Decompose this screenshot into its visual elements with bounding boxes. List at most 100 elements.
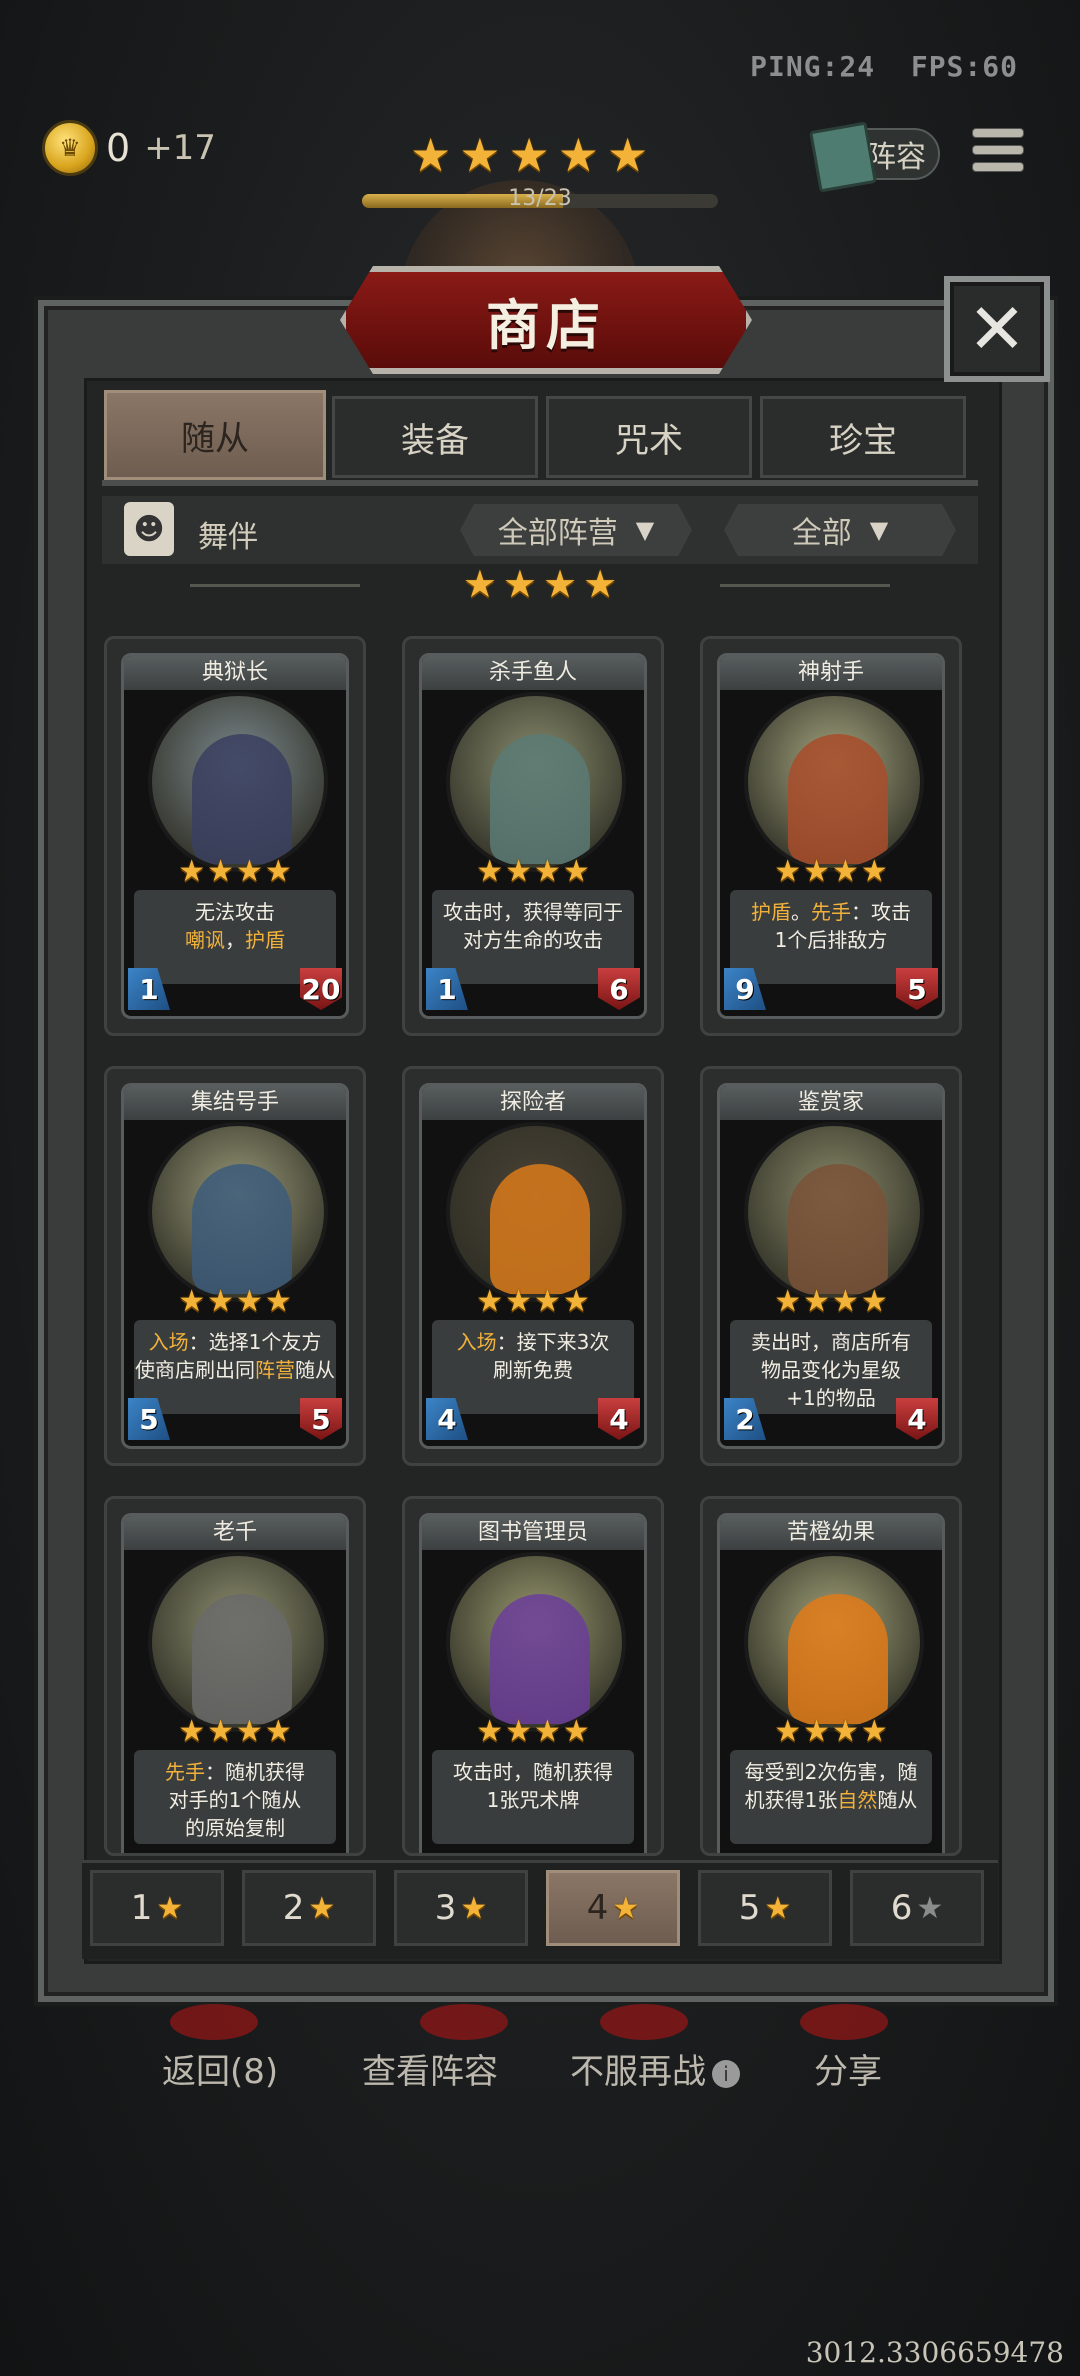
star-icon: ★ [207,854,234,889]
card-description: 先手：随机获得 对手的1个随从 的原始复制 [134,1750,336,1844]
card-name: 老千 [124,1516,346,1550]
star-icon: ★ [803,1714,830,1749]
card-portrait [744,1552,924,1732]
menu-button[interactable] [972,124,1024,176]
card-portrait [446,1122,626,1302]
tier-label: 2 [282,1888,305,1928]
minion-card[interactable]: 苦橙幼果 ★ ★ ★ ★ 每受到2次伤害，随 机获得1张自然随从 [700,1496,962,1856]
star-icon: ★ [505,1714,532,1749]
star-icon: ★ [916,1890,944,1926]
card-name: 图书管理员 [422,1516,644,1550]
card-name: 鉴赏家 [720,1086,942,1120]
menu-icon-bar [972,127,1024,138]
card-stars: ★ ★ ★ ★ [124,1714,346,1749]
tab-minions[interactable]: 随从 [104,390,326,480]
card-stars: ★ ★ ★ ★ [422,1284,644,1319]
card-name: 集结号手 [124,1086,346,1120]
decoration [600,2004,688,2040]
card-description: 攻击时，随机获得 1张咒术牌 [432,1750,634,1844]
tier-dropdown[interactable]: 全部 ▼ [724,504,956,556]
star-icon: ★ [178,1284,206,1319]
decoration [800,2004,888,2040]
share-button[interactable]: 分享 [814,2044,882,2093]
tier-label: 1 [130,1888,153,1928]
star-icon: ★ [774,1714,802,1749]
card-portrait [148,1552,328,1732]
mask-icon[interactable]: ☻ [124,502,174,556]
tier-4-button[interactable]: 4 ★ [546,1870,680,1946]
character-figure [192,1594,292,1724]
tab-spells[interactable]: 咒术 [546,396,752,478]
star-icon: ★ [505,1284,532,1319]
network-stats: PING:24 FPS:60 [750,50,1018,83]
character-figure [490,734,590,864]
health-value: 20 [300,968,342,1010]
star-icon: ★ [207,1714,234,1749]
card-frame: 集结号手 ★ ★ ★ ★ 入场：选择1个友方 使商店刷出同阵营随从 5 5 [121,1083,349,1449]
minion-card[interactable]: 神射手 ★ ★ ★ ★ 护盾。先手：攻击 1个后排敌方 9 5 [700,636,962,1036]
card-frame: 神射手 ★ ★ ★ ★ 护盾。先手：攻击 1个后排敌方 9 5 [717,653,945,1019]
tier-6-button[interactable]: 6 ★ [850,1870,984,1946]
minion-card[interactable]: 鉴赏家 ★ ★ ★ ★ 卖出时，商店所有 物品变化为星级 +1的物品 2 4 [700,1066,962,1466]
star-icon: ★ [460,1890,488,1926]
star-icon: ★ [832,1714,859,1749]
minion-card[interactable]: 典狱长 ★ ★ ★ ★ 无法攻击 嘲讽，护盾 1 20 [104,636,366,1036]
tier-3-button[interactable]: 3 ★ [394,1870,528,1946]
lineup-label: 阵容 [866,140,926,175]
tab-treasures[interactable]: 珍宝 [760,396,966,478]
view-lineup-button[interactable]: 查看阵容 [362,2044,498,2093]
star-icon: ★ [803,854,830,889]
star-icon: ★ [562,1714,590,1749]
lineup-button[interactable]: 阵容 [809,121,940,193]
character-figure [788,1594,888,1724]
close-button[interactable]: ✕ [944,276,1050,382]
star-icon: ★ [607,128,649,182]
star-icon: ★ [178,1714,206,1749]
back-button[interactable]: 返回(8) [162,2044,278,2093]
fps-text: FPS:60 [910,50,1018,83]
coin-display: ♛ 0 +17 [42,120,216,176]
tier-1-button[interactable]: 1 ★ [90,1870,224,1946]
card-stars: ★ ★ ★ ★ [422,1714,644,1749]
star-icon: ★ [459,128,501,182]
card-portrait [148,692,328,872]
character-figure [192,734,292,864]
star-icon: ★ [502,562,537,606]
card-frame: 苦橙幼果 ★ ★ ★ ★ 每受到2次伤害，随 机获得1张自然随从 [717,1513,945,1853]
minion-card[interactable]: 图书管理员 ★ ★ ★ ★ 攻击时，随机获得 1张咒术牌 [402,1496,664,1856]
faction-dropdown[interactable]: 全部阵营 ▼ [460,504,692,556]
shop-title: 商店 [486,293,606,357]
card-stars: ★ ★ ★ ★ [422,854,644,889]
star-icon: ★ [860,1284,888,1319]
tier-label: 3 [434,1888,457,1928]
card-portrait [148,1122,328,1302]
card-stars: ★ ★ ★ ★ [124,1284,346,1319]
dancer-filter-label[interactable]: 舞伴 [198,512,258,556]
tab-equipment[interactable]: 装备 [332,396,538,478]
rematch-button[interactable]: 不服再战 i [570,2044,740,2093]
ping-text: PING:24 [750,50,876,83]
character-figure [192,1164,292,1294]
star-icon: ★ [178,854,206,889]
star-icon: ★ [505,854,532,889]
star-icon: ★ [264,1284,292,1319]
coin-income: +17 [144,128,216,168]
card-frame: 老千 ★ ★ ★ ★ 先手：随机获得 对手的1个随从 的原始复制 [121,1513,349,1853]
tier-label: 6 [890,1888,913,1928]
minion-card[interactable]: 集结号手 ★ ★ ★ ★ 入场：选择1个友方 使商店刷出同阵营随从 5 5 [104,1066,366,1466]
star-icon: ★ [612,1890,640,1926]
star-icon: ★ [583,562,618,606]
card-frame: 典狱长 ★ ★ ★ ★ 无法攻击 嘲讽，护盾 1 20 [121,653,349,1019]
menu-icon-bar [972,144,1024,155]
tier-header-stars: ★ ★ ★ ★ [0,562,1080,606]
tier-label: 5 [738,1888,761,1928]
health-value: 5 [896,968,938,1010]
minion-card[interactable]: 老千 ★ ★ ★ ★ 先手：随机获得 对手的1个随从 的原始复制 [104,1496,366,1856]
tier-2-button[interactable]: 2 ★ [242,1870,376,1946]
minion-card[interactable]: 探险者 ★ ★ ★ ★ 入场：接下来3次 刷新免费 4 4 [402,1066,664,1466]
triangle-down-icon: ▼ [869,516,889,544]
tier-5-button[interactable]: 5 ★ [698,1870,832,1946]
info-icon[interactable]: i [712,2059,740,2088]
minion-card[interactable]: 杀手鱼人 ★ ★ ★ ★ 攻击时，获得等同于 对方生命的攻击 1 6 [402,636,664,1036]
card-name: 杀手鱼人 [422,656,644,690]
